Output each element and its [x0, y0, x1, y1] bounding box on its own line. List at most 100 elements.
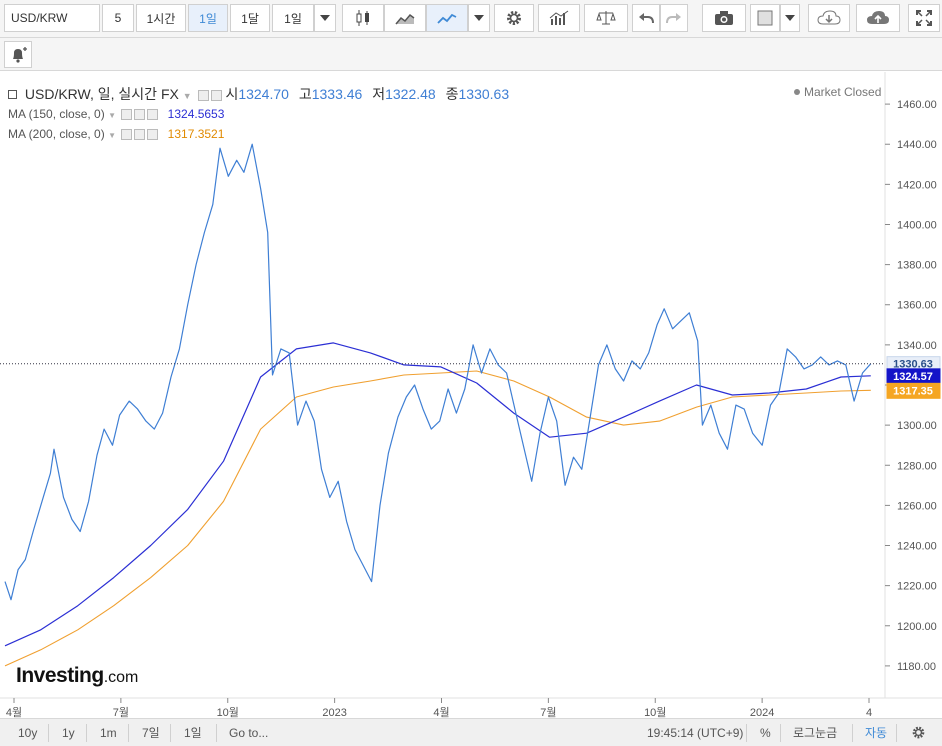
chevron-down-icon[interactable]: ▼: [108, 131, 116, 140]
x-tick-label: 7월: [540, 706, 556, 718]
ma150-line: [4, 342, 871, 647]
interval-label: 5: [114, 11, 122, 25]
close-value: 1330.63: [458, 86, 510, 102]
separator: [170, 724, 171, 742]
y-tick-label: 1400.00: [897, 219, 937, 231]
legend-main: USD/KRW, 일, 실시간 FX ▼ 시1324.70 고1333.46 저…: [8, 84, 509, 104]
y-tick-label: 1280.00: [897, 460, 937, 472]
high-label: 고: [298, 86, 312, 102]
auto-scale-toggle[interactable]: 자동: [865, 723, 887, 743]
alert-button[interactable]: [4, 41, 32, 68]
gear-icon: [507, 11, 521, 25]
x-tick-label: 2023: [322, 707, 346, 718]
compare-button[interactable]: [584, 4, 628, 32]
close-icon[interactable]: [147, 109, 159, 121]
price-tags: 1330.631324.571317.35: [886, 356, 941, 399]
undo-button[interactable]: [632, 4, 660, 32]
interval-dropdown-button[interactable]: [314, 4, 336, 32]
ma200-label: MA (200, close, 0): [8, 127, 105, 141]
color-picker-button[interactable]: [750, 4, 780, 32]
gear-icon[interactable]: [134, 109, 146, 121]
x-tick-label: 2024: [750, 707, 774, 718]
open-value: 1324.70: [238, 86, 289, 102]
separator: [852, 724, 853, 742]
open-label: 시: [225, 86, 239, 102]
percent-toggle[interactable]: %: [760, 723, 771, 743]
cloud-upload-icon: [867, 11, 889, 24]
collapse-icon[interactable]: [8, 90, 17, 99]
ma150-value: 1324.5653: [167, 107, 225, 121]
separator: [746, 724, 747, 742]
clock-text: 19:45:14 (UTC+9): [647, 726, 744, 740]
ma200-price-tag: 1317.35: [893, 385, 933, 397]
usdkrw-price-line: [4, 143, 872, 601]
y-tick-label: 1220.00: [897, 581, 937, 593]
ma150-label: MA (150, close, 0): [8, 107, 105, 121]
low-label: 저: [372, 86, 386, 102]
gear-icon[interactable]: [134, 129, 146, 141]
eye-icon[interactable]: [121, 129, 133, 141]
save-chart-button[interactable]: [856, 4, 900, 32]
fullscreen-button[interactable]: [908, 4, 940, 32]
range-1d-button[interactable]: 1일: [184, 723, 202, 743]
close-label: 종: [445, 86, 459, 102]
line-chart-button[interactable]: [426, 4, 468, 32]
y-tick-label: 1300.00: [897, 420, 937, 432]
eye-icon[interactable]: [197, 89, 209, 101]
symbol-input[interactable]: USD/KRW: [4, 4, 100, 32]
chart-area[interactable]: 1180.00 1200.00 1220.00 1240.00 1260.00 1280.…: [0, 72, 942, 719]
redo-icon: [666, 13, 681, 24]
interval-1h-button[interactable]: 1시간: [136, 4, 186, 32]
x-tick-label: 4: [866, 707, 872, 718]
gear-icon[interactable]: [210, 89, 222, 101]
interval-1mo-button[interactable]: 1달: [230, 4, 270, 32]
investing-logo: Investing.com: [16, 664, 138, 688]
y-tick-label: 1460.00: [897, 99, 937, 111]
chevron-down-icon[interactable]: ▼: [183, 91, 192, 101]
candlestick-button[interactable]: [342, 4, 384, 32]
compare-icon: [596, 11, 616, 25]
y-tick-label: 1340.00: [897, 340, 937, 352]
interval-label: 1일: [284, 11, 302, 26]
color-dropdown-button[interactable]: [780, 4, 800, 32]
chevron-down-icon: [785, 15, 795, 21]
goto-button[interactable]: Go to...: [229, 723, 268, 743]
price-layer: [4, 143, 872, 601]
range-1m-button[interactable]: 1m: [100, 723, 117, 743]
y-tick-label: 1420.00: [897, 179, 937, 191]
log-scale-toggle[interactable]: 로그눈금: [793, 723, 837, 743]
legend-ma150: MA (150, close, 0) ▼ 1324.5653: [8, 107, 224, 121]
candlestick-icon: [356, 10, 369, 26]
logo-brand: Investing: [16, 664, 104, 687]
range-1y-button[interactable]: 1y: [62, 723, 75, 743]
range-10y-button[interactable]: 10y: [18, 723, 37, 743]
interval-label: 1달: [241, 11, 259, 26]
fullscreen-icon: [916, 10, 932, 26]
separator: [128, 724, 129, 742]
y-tick-label: 1200.00: [897, 621, 937, 633]
bottom-toolbar: 10y 1y 1m 7일 1일 Go to... 19:45:14 (UTC+9…: [0, 718, 942, 746]
drawing-toolbar: [0, 38, 942, 71]
indicators-button[interactable]: [538, 4, 580, 32]
redo-button[interactable]: [660, 4, 688, 32]
interval-label: 1일: [199, 11, 217, 26]
logo-suffix: .com: [103, 669, 139, 686]
chart-type-dropdown-button[interactable]: [468, 4, 490, 32]
settings-button[interactable]: [494, 4, 534, 32]
close-icon[interactable]: [147, 129, 159, 141]
interval-1w-button[interactable]: 1일: [272, 4, 314, 32]
chevron-down-icon[interactable]: ▼: [108, 111, 116, 120]
interval-5-button[interactable]: 5: [102, 4, 134, 32]
load-chart-button[interactable]: [808, 4, 850, 32]
separator: [48, 724, 49, 742]
screenshot-button[interactable]: [702, 4, 746, 32]
eye-icon[interactable]: [121, 109, 133, 121]
line-chart-icon: [437, 13, 457, 24]
interval-1d-button[interactable]: 1일: [188, 4, 228, 32]
range-7d-button[interactable]: 7일: [142, 723, 160, 743]
ma200-line: [4, 370, 871, 667]
separator: [896, 724, 897, 742]
gear-icon[interactable]: [911, 725, 926, 740]
area-chart-button[interactable]: [384, 4, 426, 32]
price-chart[interactable]: 1180.00 1200.00 1220.00 1240.00 1260.00 1280.…: [0, 72, 942, 719]
